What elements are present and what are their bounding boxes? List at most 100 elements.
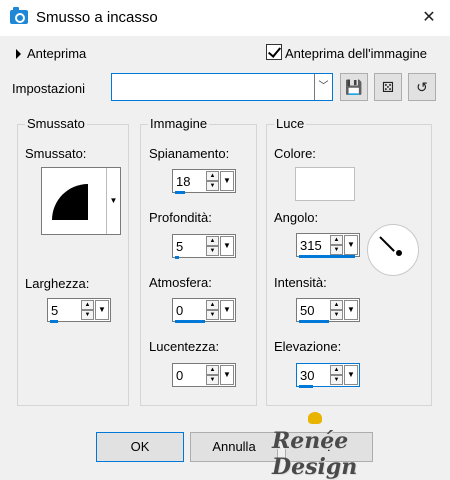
intensity-value[interactable]: 50: [300, 303, 314, 318]
depth-value[interactable]: 5: [176, 239, 183, 254]
depth-dropdown-button[interactable]: ▼: [220, 236, 234, 256]
arrow-up-icon[interactable]: ▲: [330, 365, 343, 375]
width-level-bar: [50, 320, 58, 323]
bevel-shape-preview: [52, 184, 88, 220]
title-bar: Smusso a incasso ✕: [0, 0, 450, 36]
smoothness-arrows[interactable]: ▲ ▼: [206, 171, 219, 191]
elevation-level-bar: [299, 385, 313, 388]
angle-dial[interactable]: [367, 224, 419, 276]
width-arrows[interactable]: ▲ ▼: [81, 300, 94, 320]
reset-button[interactable]: ↺: [408, 73, 436, 101]
smoothness-value[interactable]: 18: [176, 174, 190, 189]
preview-checkbox-label[interactable]: Anteprima dell'immagine: [285, 46, 427, 61]
close-button[interactable]: ✕: [408, 0, 450, 36]
elevation-value[interactable]: 30: [300, 368, 314, 383]
arrow-down-icon[interactable]: ▼: [206, 181, 219, 191]
settings-dropdown[interactable]: ﹀: [111, 73, 333, 101]
angle-arrows[interactable]: ▲ ▼: [330, 235, 343, 255]
chevron-down-icon[interactable]: ▼: [106, 168, 120, 234]
elevation-dropdown-button[interactable]: ▼: [344, 365, 358, 385]
butterfly-icon: [308, 412, 322, 424]
bevel-group-title: Smussato: [25, 116, 87, 131]
camera-icon: [10, 7, 28, 24]
arrow-down-icon[interactable]: ▼: [330, 310, 343, 320]
width-dropdown-button[interactable]: ▼: [95, 300, 109, 320]
smoothness-spinner[interactable]: 18 ▲ ▼ ▼: [172, 169, 236, 194]
settings-row: Impostazioni ﹀ 💾 ⚄ ↺: [0, 72, 450, 102]
arrow-up-icon[interactable]: ▲: [206, 365, 219, 375]
arrow-down-icon[interactable]: ▼: [81, 310, 94, 320]
preview-checkbox[interactable]: [266, 44, 282, 60]
elevation-arrows[interactable]: ▲ ▼: [330, 365, 343, 385]
angle-value[interactable]: 315: [300, 238, 322, 253]
intensity-arrows[interactable]: ▲ ▼: [330, 300, 343, 320]
shininess-label: Lucentezza:: [149, 339, 220, 354]
angle-knob: [396, 250, 402, 256]
save-preset-button[interactable]: 💾: [340, 73, 368, 101]
width-value[interactable]: 5: [51, 303, 58, 318]
light-color-swatch[interactable]: [295, 167, 355, 201]
depth-label: Profondità:: [149, 210, 212, 225]
preview-row: Anteprima Anteprima dell'immagine: [0, 44, 450, 64]
watermark: Renée Design: [268, 412, 402, 480]
intensity-label: Intensità:: [274, 275, 327, 290]
arrow-up-icon[interactable]: ▲: [330, 300, 343, 310]
shininess-arrows[interactable]: ▲ ▼: [206, 365, 219, 385]
smoothness-level-bar: [175, 191, 185, 194]
bevel-group: Smussato Smussato: ▼ Larghezza: 5 ▲ ▼ ▼: [17, 116, 129, 406]
preview-toggle[interactable]: Anteprima: [27, 46, 86, 61]
elevation-label: Elevazione:: [274, 339, 342, 354]
ambience-dropdown-button[interactable]: ▼: [220, 300, 234, 320]
watermark-text: Renée Design: [272, 428, 358, 480]
smoothness-dropdown-button[interactable]: ▼: [220, 171, 234, 191]
arrow-up-icon[interactable]: ▲: [206, 171, 219, 181]
ambience-value[interactable]: 0: [176, 303, 183, 318]
save-icon: 💾: [345, 79, 363, 95]
shininess-dropdown-button[interactable]: ▼: [220, 365, 234, 385]
bevel-shape-picker[interactable]: ▼: [41, 167, 121, 235]
arrow-up-icon[interactable]: ▲: [206, 236, 219, 246]
cancel-button[interactable]: Annulla: [190, 432, 278, 462]
arrow-down-icon[interactable]: ▼: [206, 246, 219, 256]
expand-triangle-icon[interactable]: [16, 49, 21, 59]
shininess-spinner[interactable]: 0 ▲ ▼ ▼: [172, 363, 236, 387]
arrow-up-icon[interactable]: ▲: [206, 300, 219, 310]
depth-level-bar: [175, 256, 179, 259]
shininess-value[interactable]: 0: [176, 368, 183, 383]
arrow-down-icon[interactable]: ▼: [330, 375, 343, 385]
smoothness-label: Spianamento:: [149, 146, 230, 161]
randomize-dice-icon: ⚄: [381, 79, 395, 95]
image-group: Immagine Spianamento: 18 ▲ ▼ ▼ Profondità…: [140, 116, 257, 406]
angle-label: Angolo:: [274, 210, 319, 225]
angle-needle: [379, 236, 395, 252]
width-spinner[interactable]: 5 ▲ ▼ ▼: [47, 298, 111, 323]
image-group-title: Immagine: [148, 116, 210, 131]
chevron-down-icon[interactable]: ﹀: [314, 74, 332, 100]
ambience-spinner[interactable]: 0 ▲ ▼ ▼: [172, 298, 236, 323]
ok-button[interactable]: OK: [96, 432, 184, 462]
angle-level-bar: [299, 255, 355, 258]
ambience-arrows[interactable]: ▲ ▼: [206, 300, 219, 320]
light-group-title: Luce: [274, 116, 307, 131]
intensity-spinner[interactable]: 50 ▲ ▼ ▼: [296, 298, 360, 323]
arrow-down-icon[interactable]: ▼: [330, 245, 343, 255]
randomize-button[interactable]: ⚄: [374, 73, 402, 101]
intensity-level-bar: [299, 320, 329, 323]
depth-arrows[interactable]: ▲ ▼: [206, 236, 219, 256]
ambience-level-bar: [175, 320, 205, 323]
settings-label: Impostazioni: [12, 81, 85, 96]
light-group: Luce Colore: Angolo: 315 ▲ ▼ ▼ Intensità:…: [266, 116, 432, 406]
elevation-spinner[interactable]: 30 ▲ ▼ ▼: [296, 363, 360, 388]
arrow-up-icon[interactable]: ▲: [81, 300, 94, 310]
depth-spinner[interactable]: 5 ▲ ▼ ▼: [172, 234, 236, 259]
arrow-up-icon[interactable]: ▲: [330, 235, 343, 245]
intensity-dropdown-button[interactable]: ▼: [344, 300, 358, 320]
color-label: Colore:: [274, 146, 316, 161]
arrow-down-icon[interactable]: ▼: [206, 375, 219, 385]
reset-icon: ↺: [416, 79, 428, 95]
width-label: Larghezza:: [25, 276, 90, 291]
angle-dropdown-button[interactable]: ▼: [344, 235, 358, 255]
angle-spinner[interactable]: 315 ▲ ▼ ▼: [296, 233, 360, 258]
arrow-down-icon[interactable]: ▼: [206, 310, 219, 320]
window-title: Smusso a incasso: [36, 9, 158, 26]
